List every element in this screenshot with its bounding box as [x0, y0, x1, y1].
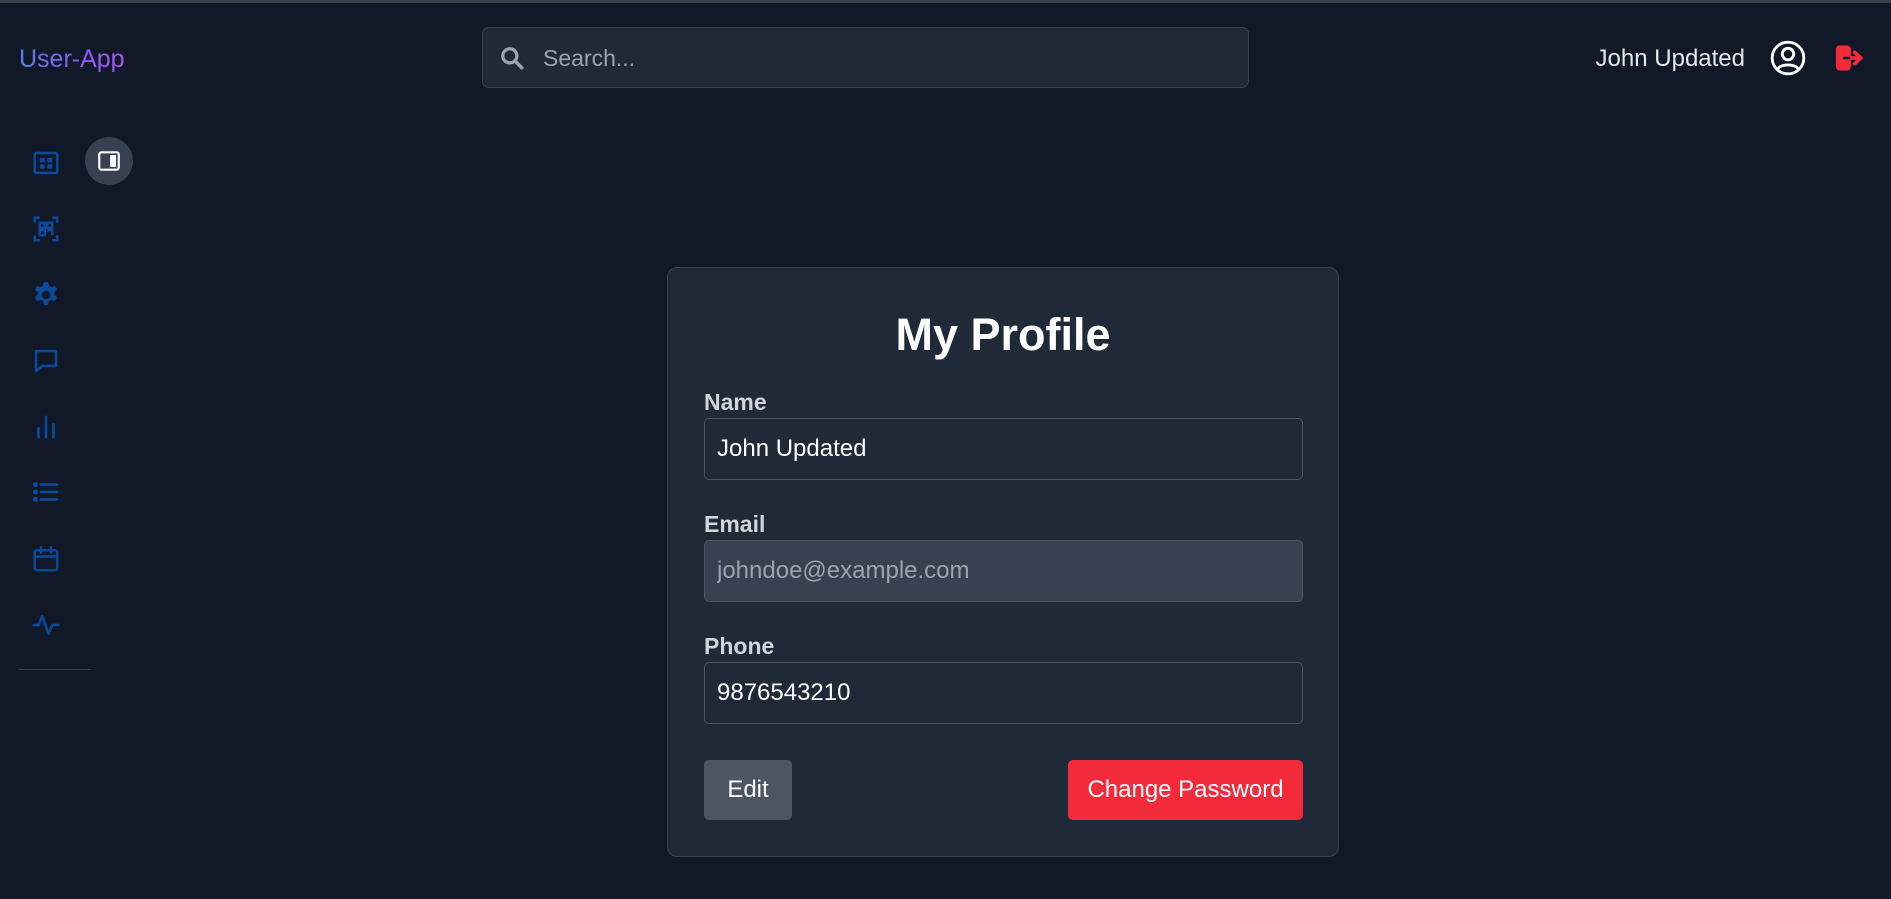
email-label: Email: [704, 511, 766, 537]
sidebar-item-calendar[interactable]: [26, 539, 66, 579]
name-field[interactable]: [704, 418, 1303, 480]
sidebar-item-dashboard[interactable]: [26, 143, 66, 183]
search-bar[interactable]: [482, 27, 1249, 89]
sidebar-toggle-icon: [98, 151, 120, 171]
user-name: John Updated: [1595, 45, 1745, 72]
user-circle-icon[interactable]: [1769, 39, 1807, 77]
app-brand[interactable]: User-App: [19, 42, 125, 76]
email-field[interactable]: [704, 540, 1303, 602]
bar-chart-icon: [37, 415, 55, 439]
sidebar-item-settings[interactable]: [26, 275, 66, 315]
window-top-edge: [0, 0, 1891, 3]
sidebar-item-chat[interactable]: [26, 341, 66, 381]
logout-icon[interactable]: [1833, 43, 1865, 73]
profile-card: My Profile Name Email Phone Edit Change …: [667, 267, 1339, 857]
list-icon: [32, 482, 59, 502]
sidebar-item-list[interactable]: [26, 472, 66, 512]
sidebar-item-activity[interactable]: [26, 605, 66, 645]
chat-icon: [34, 349, 58, 373]
settings-icon: [34, 281, 58, 305]
edit-button[interactable]: Edit: [704, 760, 792, 820]
search-input[interactable]: [541, 28, 1235, 89]
dashboard-icon: [33, 151, 59, 175]
phone-label: Phone: [704, 633, 775, 659]
sidebar-toggle-button[interactable]: [85, 137, 133, 185]
sidebar-divider: [19, 669, 91, 670]
search-icon: [501, 47, 524, 70]
qr-scan-icon: [33, 216, 59, 242]
sidebar-item-qr-scan[interactable]: [26, 209, 66, 249]
calendar-icon: [33, 545, 59, 572]
phone-field[interactable]: [704, 662, 1303, 724]
change-password-button[interactable]: Change Password: [1068, 760, 1303, 820]
activity-icon: [32, 615, 60, 635]
name-label: Name: [704, 389, 767, 415]
page-title: My Profile: [895, 309, 1111, 360]
sidebar-item-analytics[interactable]: [26, 407, 66, 447]
